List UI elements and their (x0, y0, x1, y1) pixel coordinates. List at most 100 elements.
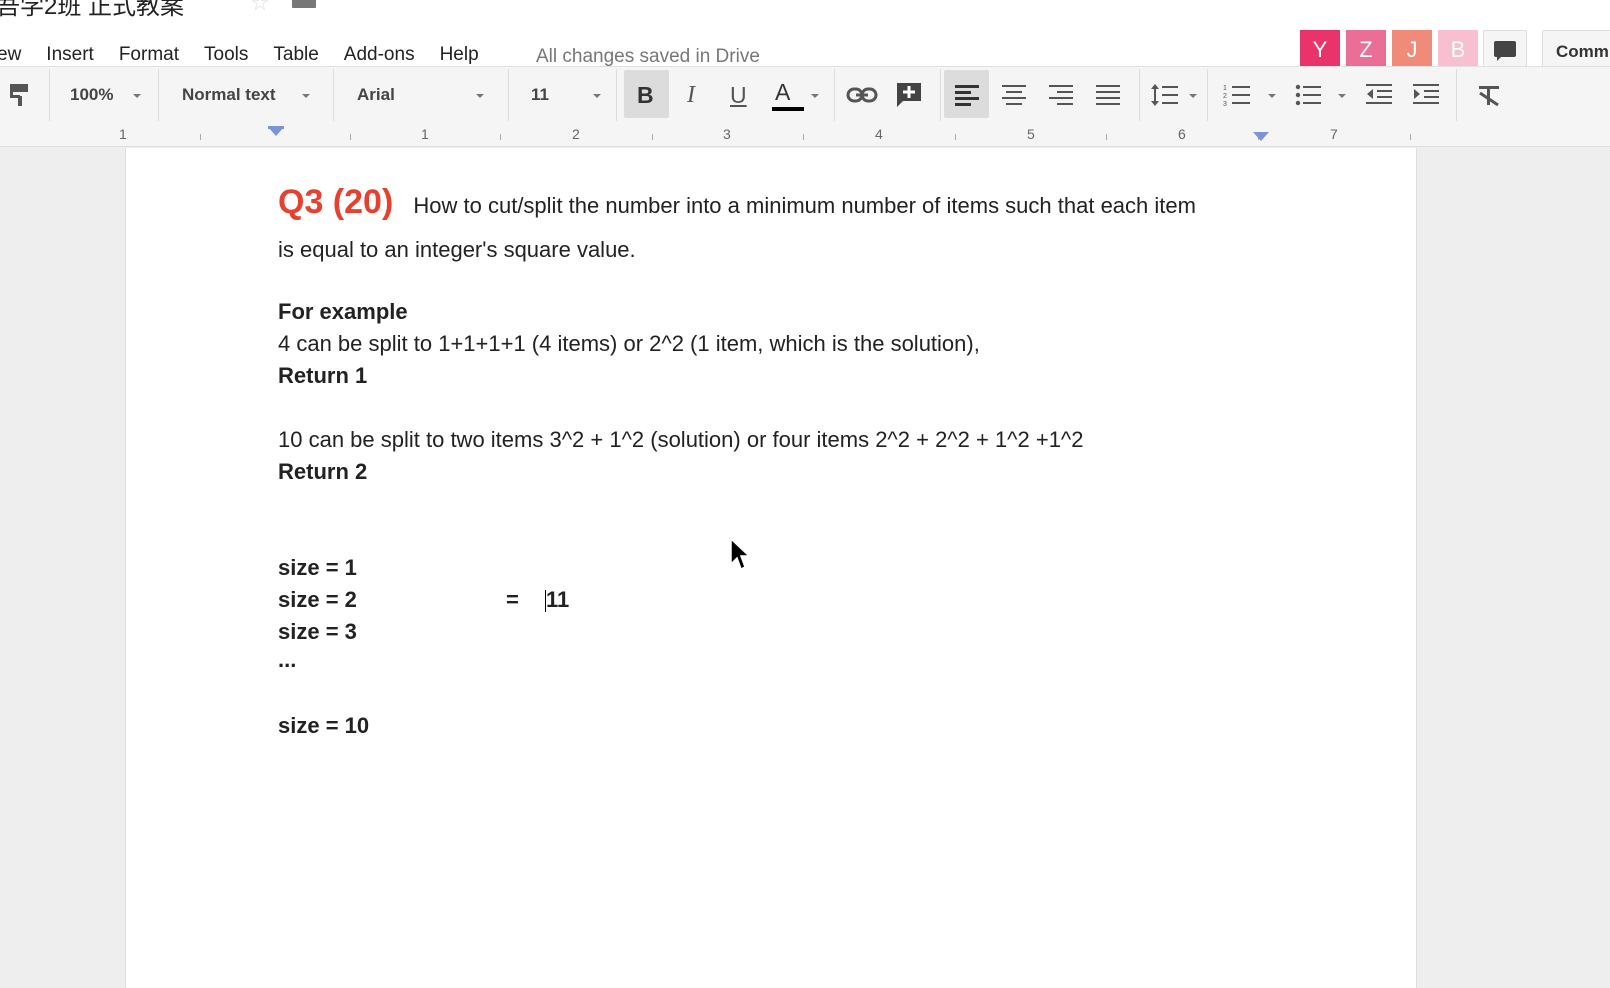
question-line-2: is equal to an integer's square value. (278, 237, 636, 262)
ruler-tick (1106, 134, 1107, 140)
link-icon[interactable] (846, 67, 878, 123)
ruler[interactable]: 1 1 2 3 4 5 6 7 (0, 122, 1610, 147)
toolbar-divider (508, 69, 509, 121)
chevron-down-icon (1338, 94, 1346, 98)
svg-text:3: 3 (1223, 101, 1227, 107)
zoom-select[interactable]: 100% (70, 67, 113, 123)
toolbar-divider (158, 69, 159, 121)
chevron-down-icon (593, 94, 601, 98)
ellipsis: ... (278, 647, 297, 672)
zoom-value: 100% (70, 85, 114, 104)
toolbar-divider (49, 69, 50, 121)
menu-format[interactable]: Format (119, 44, 179, 66)
menu-view[interactable]: ew (0, 44, 21, 66)
avatar-initial: B (1450, 37, 1466, 62)
chevron-down-icon (302, 94, 310, 98)
ruler-label: 3 (723, 126, 731, 142)
toolbar-divider (1456, 69, 1457, 121)
font-value: Arial (357, 85, 395, 104)
folder-icon[interactable] (292, 0, 316, 8)
toolbar-divider (1207, 69, 1208, 121)
chevron-down-icon (476, 94, 484, 98)
toolbar-divider (1139, 69, 1140, 121)
mouse-pointer-icon (730, 537, 752, 577)
question-label: Q3 (20) (278, 183, 394, 221)
avatar-initial: Y (1312, 37, 1328, 62)
menu-bar: ew Insert Format Tools Table Add-ons Hel… (0, 18, 1610, 76)
decrease-indent-icon[interactable] (1366, 67, 1392, 123)
document-title[interactable]: 吾学2班 正式教案 (0, 0, 184, 18)
example-heading: For example (278, 299, 408, 324)
ruler-label: 2 (572, 126, 580, 142)
style-value: Normal text (182, 85, 276, 104)
underline-button[interactable]: U (730, 67, 747, 123)
toolbar-divider (333, 69, 334, 121)
text-color-button[interactable]: A (775, 67, 790, 123)
bold-button[interactable]: B (637, 67, 654, 123)
chevron-down-icon (1268, 94, 1276, 98)
svg-text:2: 2 (1223, 93, 1227, 100)
svg-text:1: 1 (1223, 85, 1227, 92)
size-line-10: size = 10 (278, 713, 370, 738)
collaborator-avatar-j[interactable]: J (1392, 30, 1432, 76)
line-spacing-icon[interactable] (1150, 67, 1180, 123)
example-1: 4 can be split to 1+1+1+1 (4 items) or 2… (278, 331, 980, 356)
ruler-label: 1 (119, 126, 127, 142)
menu-addons[interactable]: Add-ons (344, 44, 415, 66)
collaborator-avatar-y[interactable]: Y (1300, 30, 1340, 76)
collaborator-avatar-b[interactable]: B (1438, 30, 1478, 76)
size-line-1: size = 1 (278, 555, 357, 580)
ruler-tick (350, 134, 351, 140)
ruler-label: 5 (1027, 126, 1035, 142)
align-center-icon[interactable] (1002, 67, 1026, 123)
ruler-label: 6 (1178, 126, 1186, 142)
size-2-value-text: 11 (546, 587, 570, 612)
toolbar: 100% Normal text Arial 11 B I U A 1 2 3 (0, 66, 1610, 124)
text-color-swatch (772, 107, 804, 111)
return-1: Return 1 (278, 363, 368, 388)
font-size-value: 11 (531, 85, 549, 104)
font-select[interactable]: Arial (357, 67, 395, 123)
menu-help[interactable]: Help (440, 44, 479, 66)
insert-comment-icon[interactable] (895, 67, 923, 123)
increase-indent-icon[interactable] (1413, 67, 1439, 123)
save-status[interactable]: All changes saved in Drive (536, 46, 760, 68)
paint-format-icon[interactable] (8, 67, 32, 123)
size-line-3: size = 3 (278, 619, 357, 644)
menu-table[interactable]: Table (273, 44, 318, 66)
collaborator-avatar-z[interactable]: Z (1346, 30, 1386, 76)
ruler-tick (652, 134, 653, 140)
size-line-2: size = 2 = 11 (278, 587, 569, 613)
first-line-indent-marker[interactable] (268, 126, 284, 129)
avatar-initial: J (1406, 37, 1418, 62)
italic-button[interactable]: I (687, 67, 695, 123)
bulleted-list-icon[interactable] (1295, 67, 1321, 123)
star-icon[interactable]: ☆ (250, 0, 270, 16)
chat-icon (1494, 41, 1516, 61)
size-2-value: 11 (545, 587, 569, 613)
ruler-tick (500, 134, 501, 140)
align-left-icon[interactable] (955, 67, 979, 123)
align-justify-icon[interactable] (1096, 67, 1120, 123)
align-right-icon[interactable] (1049, 67, 1073, 123)
numbered-list-icon[interactable]: 123 (1223, 67, 1251, 123)
toolbar-divider (940, 69, 941, 121)
ruler-tick (1410, 134, 1411, 140)
ruler-tick (803, 134, 804, 140)
font-size-select[interactable]: 11 (531, 67, 549, 123)
toolbar-divider (834, 69, 835, 121)
ruler-tick (955, 134, 956, 140)
question-text: How to cut/split the number into a minim… (413, 193, 1196, 218)
style-select[interactable]: Normal text (182, 67, 276, 123)
ruler-label: 1 (421, 126, 429, 142)
equals-sign: = (506, 587, 519, 612)
toolbar-divider (616, 69, 617, 121)
example-2: 10 can be split to two items 3^2 + 1^2 (… (278, 427, 1084, 452)
question-line-1: Q3 (20) How to cut/split the number into… (278, 183, 1196, 222)
clear-formatting-icon[interactable] (1477, 67, 1501, 123)
ruler-label: 4 (875, 126, 883, 142)
menu-insert[interactable]: Insert (46, 44, 94, 66)
menu-tools[interactable]: Tools (204, 44, 248, 66)
text-color-letter: A (775, 78, 791, 105)
right-indent-marker[interactable] (1253, 132, 1269, 141)
